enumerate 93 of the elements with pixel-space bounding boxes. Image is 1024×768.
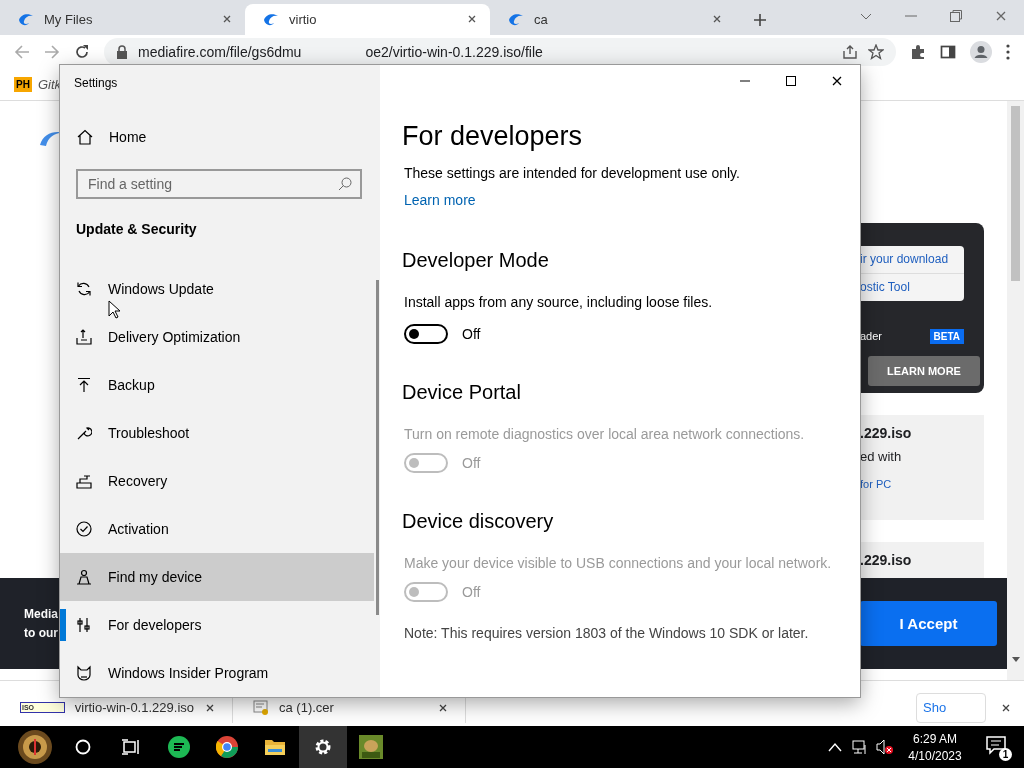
search-field[interactable]: Find a setting [76,168,362,199]
download-item[interactable]: ca (1).cer [279,700,427,715]
check-circle-icon [76,521,92,537]
upload-tray-icon [76,329,92,345]
cat-icon [76,665,92,681]
settings-icon[interactable] [313,737,333,757]
site-icon [18,11,34,28]
chat-app-icon[interactable] [168,736,190,758]
section-description: Turn on remote diagnostics over local area network connections. [404,426,805,442]
folder-icon[interactable] [264,737,286,757]
profile-icon[interactable] [970,41,992,64]
file-name: .229.iso [860,424,913,441]
start-orb-icon[interactable] [17,729,53,765]
clock-date: 4/10/2023 [908,748,962,763]
clock-time: 6:29 AM [913,731,957,746]
lock-icon [116,45,128,60]
section-description: Make your device visible to USB connections and your local network. [404,555,832,571]
side-panel-icon[interactable] [940,44,956,61]
share-icon[interactable] [842,44,858,61]
star-icon[interactable] [868,44,884,61]
section-title: Device discovery [402,509,554,534]
promo-text: ader [860,330,883,343]
restore-icon[interactable] [949,8,963,23]
bookmark-icon: PH [14,77,32,93]
site-icon [508,11,524,28]
arrow-up-icon [76,377,92,393]
section-title: Device Portal [402,380,521,405]
browser-tab[interactable]: My Files [0,3,245,35]
nav-item[interactable]: Find my device [60,553,374,601]
puzzle-icon[interactable] [910,44,926,61]
learn-more-link[interactable]: Learn more [404,192,476,208]
beta-badge: BETA [929,328,964,344]
scrollbar[interactable] [376,280,379,615]
nav-item[interactable]: Delivery Optimization [60,313,374,361]
reload-icon[interactable] [74,44,90,61]
toggle-label: Off [462,584,481,600]
more-icon[interactable] [1006,44,1010,61]
scrollbar[interactable] [1007,100,1024,681]
address-bar[interactable]: mediafire.com/file/gs6dmu oe2/virtio-win-0.1.229.iso/file [104,38,896,67]
home-nav-item[interactable]: Home [60,120,380,155]
browser-tab[interactable]: virtio [245,3,490,35]
search-icon[interactable] [75,739,91,755]
browser-icon[interactable] [216,736,238,758]
toggle-switch[interactable] [404,324,448,344]
nav-item[interactable]: Activation [60,505,374,553]
section-heading: Update & Security [76,220,198,239]
banner-text: to our [24,625,58,640]
section-description: Install apps from any source, including loose files. [404,294,713,310]
file-text: ed with [860,448,903,464]
window-title: Settings [74,75,118,90]
scroll-down-icon [1012,657,1020,663]
note-text: Note: This requires version 1803 of the Windows 10 SDK or later. [404,625,809,641]
person-location-icon [76,569,92,585]
scrollbar-thumb[interactable] [1011,105,1020,281]
file-link[interactable]: for PC [860,477,984,490]
toggle-label: Off [462,326,481,342]
nav-item[interactable]: Backup [60,361,374,409]
search-icon [338,176,352,191]
maximize-icon[interactable] [785,75,797,87]
notification-count: 1 [999,748,1012,761]
certificate-icon [253,699,269,716]
help-link[interactable]: ir your download [860,245,964,273]
task-view-icon[interactable] [122,739,140,755]
file-name: .229.iso [860,551,913,568]
accept-button[interactable]: I Accept [860,600,997,646]
toggle-label: Off [462,455,481,471]
new-tab-icon[interactable] [753,12,767,27]
url-text: oe2/virtio-win-0.1.229.iso/file [365,44,543,61]
page-title: For developers [402,120,583,153]
tray-caret-icon[interactable] [828,742,842,752]
game-app-icon[interactable] [359,735,383,759]
refresh-icon [76,281,92,297]
nav-item[interactable]: Recovery [60,457,374,505]
browser-tab[interactable]: ca [490,3,735,35]
download-item[interactable]: virtio-win-0.1.229.iso [74,700,194,715]
network-icon[interactable] [852,739,868,755]
mouse-pointer-icon [108,300,120,319]
wrench-icon [76,425,92,441]
section-title: Developer Mode [402,248,549,273]
show-all-button[interactable]: Sho [916,692,986,723]
nav-item[interactable]: Troubleshoot [60,409,374,457]
intro-text: These settings are intended for development use only. [404,165,740,181]
url-text: mediafire.com/file/gs6dmu [138,44,302,61]
close-icon[interactable] [830,74,844,88]
banner-text: Media [24,606,58,621]
site-icon [263,11,279,28]
learn-more-button[interactable]: LEARN MORE [868,355,980,386]
nav-item[interactable]: Windows Insider Program [60,649,374,697]
sliders-icon [76,617,92,633]
home-icon [77,129,93,146]
nav-item[interactable]: Windows Update [60,265,374,313]
volume-muted-icon[interactable] [876,739,894,755]
clock[interactable]: 6:29 AM 4/10/2023 [902,731,968,763]
